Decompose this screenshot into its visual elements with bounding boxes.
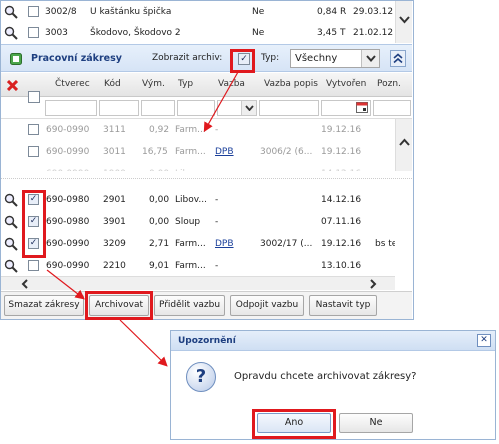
dialog-message: Opravdu chcete archivovat zákresy? — [234, 371, 417, 382]
dialog-title-bar: Upozornění ✕ — [171, 331, 495, 351]
close-icon[interactable]: ✕ — [477, 334, 491, 347]
highlight-selected-rows — [22, 190, 46, 258]
no-button[interactable]: Ne — [339, 413, 413, 433]
highlight-archivovat-button — [85, 291, 153, 320]
highlight-archive-checkbox — [230, 49, 255, 73]
question-icon: ? — [186, 362, 216, 392]
screenshot-root: 3002/8 U kaštánku špička Ne 0,84 R 29.03… — [0, 0, 499, 444]
dialog-title: Upozornění — [178, 336, 236, 346]
highlight-yes-button — [252, 409, 336, 439]
